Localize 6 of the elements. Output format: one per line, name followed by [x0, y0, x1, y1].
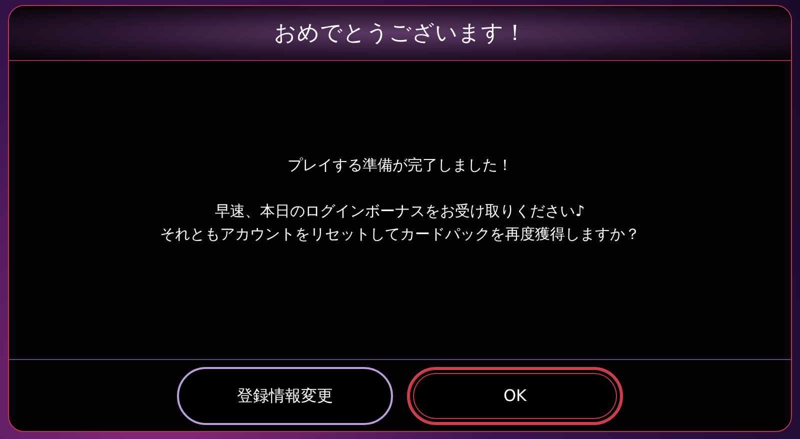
message-text: 早速、本日のログインボーナスをお受け取りください♪ — [215, 201, 585, 222]
message-text: プレイする準備が完了しました！ — [288, 155, 512, 176]
dialog-title: おめでとうございます！ — [274, 20, 526, 48]
secondary-button[interactable]: 登録情報変更 — [177, 366, 393, 424]
message-text: それともアカウントをリセットしてカードパックを再度獲得しますか？ — [160, 224, 640, 245]
ok-button[interactable]: OK — [407, 366, 623, 424]
